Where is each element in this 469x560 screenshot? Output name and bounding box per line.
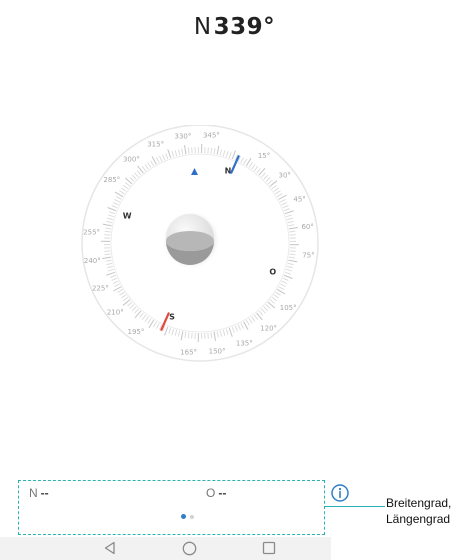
dial-tick [191, 147, 193, 154]
heading-direction: N [193, 14, 212, 40]
callout-line [325, 506, 385, 507]
degree-label: 285° [103, 176, 120, 184]
degree-label: 255° [83, 229, 100, 237]
degree-label: 330° [175, 132, 192, 140]
page-dot[interactable] [190, 515, 194, 519]
degree-label: 45° [293, 196, 305, 204]
degree-label: 60° [301, 223, 313, 231]
degree-label: 150° [209, 348, 226, 356]
recents-icon[interactable] [262, 541, 276, 555]
degree-label: 30° [278, 171, 290, 179]
dial-tick [289, 250, 296, 252]
degree-label: 105° [280, 304, 297, 312]
degree-label: 240° [84, 257, 101, 265]
dial-tick [207, 147, 209, 154]
page-dot-active[interactable] [181, 514, 186, 519]
degree-label: 120° [260, 325, 277, 333]
latitude-readout: N -- [29, 486, 49, 500]
dial-tick [104, 250, 111, 252]
degree-label: 300° [123, 155, 140, 163]
latitude-value: -- [40, 486, 49, 500]
degree-label: 135° [236, 340, 253, 348]
degree-label: 210° [107, 309, 124, 317]
longitude-value: -- [218, 486, 227, 500]
coordinates-panel [18, 480, 325, 535]
latitude-label: N [29, 486, 38, 500]
callout-label: Breitengrad, Längengrad [386, 495, 451, 527]
dial-tick [104, 234, 111, 236]
degree-label: 345° [203, 132, 220, 140]
cardinal-label-o: O [269, 267, 276, 276]
degree-label: 225° [92, 284, 109, 292]
degree-label: 75° [302, 251, 314, 259]
degree-label: 15° [258, 152, 270, 160]
dial-tick [289, 234, 296, 236]
cardinal-label-w: W [123, 212, 132, 221]
heading-degrees: 339° [213, 14, 276, 40]
dial-tick [207, 332, 209, 339]
degree-label: 315° [147, 140, 164, 148]
cardinal-label-s: S [169, 312, 175, 321]
cardinal-label-n: N [225, 167, 232, 176]
home-icon[interactable] [182, 541, 197, 556]
degree-label: 195° [127, 328, 144, 336]
longitude-readout: O -- [206, 486, 226, 500]
degree-label: 165° [180, 348, 197, 356]
navigation-bar [0, 537, 331, 560]
back-icon[interactable] [103, 541, 117, 555]
dial-tick [191, 332, 193, 339]
info-icon[interactable] [330, 483, 350, 503]
callout-line-2: Längengrad [386, 512, 451, 526]
callout-line-1: Breitengrad, [386, 496, 452, 510]
longitude-label: O [206, 486, 216, 500]
compass-dial: 15° 30° 45° 60° 75° 105° 120° 135° 150° 165° 195° 2… [81, 125, 319, 362]
heading-readout: N339° [0, 14, 469, 40]
